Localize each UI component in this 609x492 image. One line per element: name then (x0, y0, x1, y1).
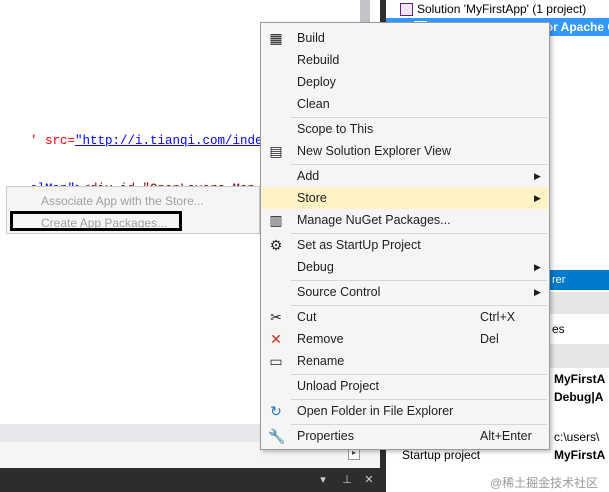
menu-add[interactable]: Add ▶ (262, 165, 548, 187)
menu-source-control-label: Source Control (297, 285, 381, 299)
menu-open-folder[interactable]: ↻ Open Folder in File Explorer (262, 400, 548, 422)
submenu-arrow-icon: ▶ (534, 287, 541, 297)
tool-window-bar: ▾ ⊥ ✕ (0, 468, 380, 492)
highlight-box (10, 211, 182, 231)
gear-icon: ⚙ (269, 237, 283, 253)
property-value-config[interactable]: Debug|A (554, 390, 603, 404)
watermark: @稀土掘金技术社区 (490, 476, 599, 490)
properties-header (546, 344, 609, 368)
nuget-icon: ▥ (269, 212, 283, 228)
menu-unload-project[interactable]: Unload Project (262, 375, 548, 397)
menu-rename-label: Rename (297, 354, 345, 368)
solution-icon (400, 3, 413, 16)
menu-clean[interactable]: Clean (262, 93, 548, 115)
properties-fragment: es (552, 322, 565, 336)
menu-new-solution-explorer-view[interactable]: ▤ New Solution Explorer View (262, 140, 548, 162)
menu-scope-to-this[interactable]: Scope to This (262, 118, 548, 140)
menu-store[interactable]: Store ▶ (262, 187, 548, 209)
wrench-icon: 🔧 (268, 428, 286, 444)
menu-remove-label: Remove (297, 332, 344, 346)
rename-icon: ▭ (269, 353, 283, 369)
menu-rename[interactable]: ▭ Rename (262, 350, 548, 372)
menu-scope-label: Scope to This (297, 122, 374, 136)
pin-icon[interactable]: ⊥ (340, 473, 354, 487)
property-value-path[interactable]: c:\users\ (554, 430, 599, 444)
code-attr: ' src= (30, 134, 76, 148)
menu-build-label: Build (297, 31, 325, 45)
submenu-arrow-icon: ▶ (534, 171, 541, 181)
submenu-arrow-icon: ▶ (534, 193, 541, 203)
tab-solution-explorer[interactable]: rer (546, 270, 609, 290)
submenu-arrow-icon: ▶ (534, 262, 541, 272)
menu-rebuild-label: Rebuild (297, 53, 340, 67)
property-value-name[interactable]: MyFirstA (554, 372, 605, 386)
menu-properties-label: Properties (297, 429, 354, 443)
menu-open-folder-label: Open Folder in File Explorer (297, 404, 454, 418)
menu-source-control[interactable]: Source Control ▶ (262, 281, 548, 303)
remove-x-icon: ✕ (270, 331, 282, 347)
menu-startup-label: Set as StartUp Project (297, 238, 421, 252)
associate-app-item[interactable]: Associate App with the Store... (41, 194, 204, 208)
menu-deploy[interactable]: Deploy (262, 71, 548, 93)
solution-node[interactable]: Solution 'MyFirstApp' (1 project) (386, 0, 609, 18)
menu-manage-nuget[interactable]: ▥ Manage NuGet Packages... (262, 209, 548, 231)
menu-remove-shortcut: Del (480, 332, 499, 346)
project-context-menu: ▦ Build Rebuild Deploy Clean Scope to Th… (260, 22, 550, 450)
menu-rebuild[interactable]: Rebuild (262, 49, 548, 71)
menu-debug[interactable]: Debug ▶ (262, 256, 548, 278)
menu-clean-label: Clean (297, 97, 330, 111)
startup-project-value: MyFirstA (554, 448, 606, 462)
close-icon[interactable]: ✕ (362, 473, 376, 487)
solution-label: Solution 'MyFirstApp' (1 project) (417, 2, 587, 16)
menu-cut-shortcut: Ctrl+X (480, 310, 516, 324)
scissors-icon: ✂ (270, 309, 282, 325)
editor-vertical-scrollbar[interactable] (360, 0, 370, 24)
menu-add-label: Add (297, 169, 320, 183)
menu-store-label: Store (297, 191, 327, 205)
menu-cut-label: Cut (297, 310, 317, 324)
menu-cut[interactable]: ✂ Cut Ctrl+X (262, 306, 548, 328)
menu-build[interactable]: ▦ Build (262, 27, 548, 49)
menu-new-view-label: New Solution Explorer View (297, 144, 452, 158)
build-icon: ▦ (269, 30, 283, 46)
menu-deploy-label: Deploy (297, 75, 336, 89)
new-view-icon: ▤ (269, 143, 283, 159)
menu-remove[interactable]: ✕ Remove Del (262, 328, 548, 350)
menu-nuget-label: Manage NuGet Packages... (297, 213, 451, 227)
menu-debug-label: Debug (297, 260, 334, 274)
dropdown-icon[interactable]: ▾ (316, 473, 330, 487)
refresh-arrow-icon: ↻ (270, 403, 282, 419)
menu-unload-label: Unload Project (297, 379, 379, 393)
menu-set-startup-project[interactable]: ⚙ Set as StartUp Project (262, 234, 548, 256)
properties-toolbar (546, 292, 609, 314)
menu-properties-shortcut: Alt+Enter (480, 429, 532, 443)
menu-properties[interactable]: 🔧 Properties Alt+Enter (262, 425, 548, 447)
